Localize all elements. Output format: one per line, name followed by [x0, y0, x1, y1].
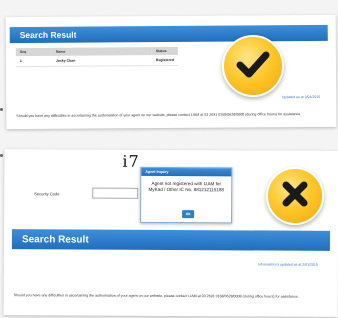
- security-code-input[interactable]: [92, 187, 139, 199]
- cross-icon: [277, 176, 313, 217]
- bullet-dot: [0, 154, 3, 157]
- updated-info: Information is updated as at 2/01/2015: [258, 262, 318, 267]
- success-badge: [222, 35, 284, 97]
- cell-seq: 1: [15, 55, 52, 67]
- cell-status: Registered: [151, 54, 179, 66]
- checkmark-icon: [233, 44, 273, 89]
- cell-name: Jacky Chan: [51, 55, 152, 67]
- search-result-registered-panel: Search Result Seq Name Status 1 Jacky Ch…: [5, 14, 337, 130]
- dialog-message: Agent not registered with LIAM for MyKad…: [148, 180, 224, 193]
- ok-button[interactable]: Ok: [182, 210, 195, 219]
- updated-info: Updated as at 2/01/2015: [281, 94, 321, 100]
- result-table: Seq Name Status 1 Jacky Chan Registered: [15, 46, 179, 67]
- col-seq: Seq: [15, 47, 52, 57]
- table-row: 1 Jacky Chan Registered: [15, 54, 179, 67]
- error-badge: [266, 167, 324, 225]
- assistance-note: Should you have any difficulties in asce…: [16, 112, 302, 119]
- col-status: Status: [151, 46, 178, 56]
- search-result-header: Search Result: [9, 24, 328, 44]
- security-code-label: Security Code:: [34, 191, 61, 197]
- assistance-note: Should you have any difficulties in asce…: [13, 293, 299, 299]
- captcha-image: i7: [122, 151, 140, 171]
- bullet-dot: [0, 108, 3, 111]
- agent-inquiry-dialog: Agent Inquiry Agent not registered with …: [140, 166, 233, 224]
- search-result-header: Search Result: [11, 229, 331, 251]
